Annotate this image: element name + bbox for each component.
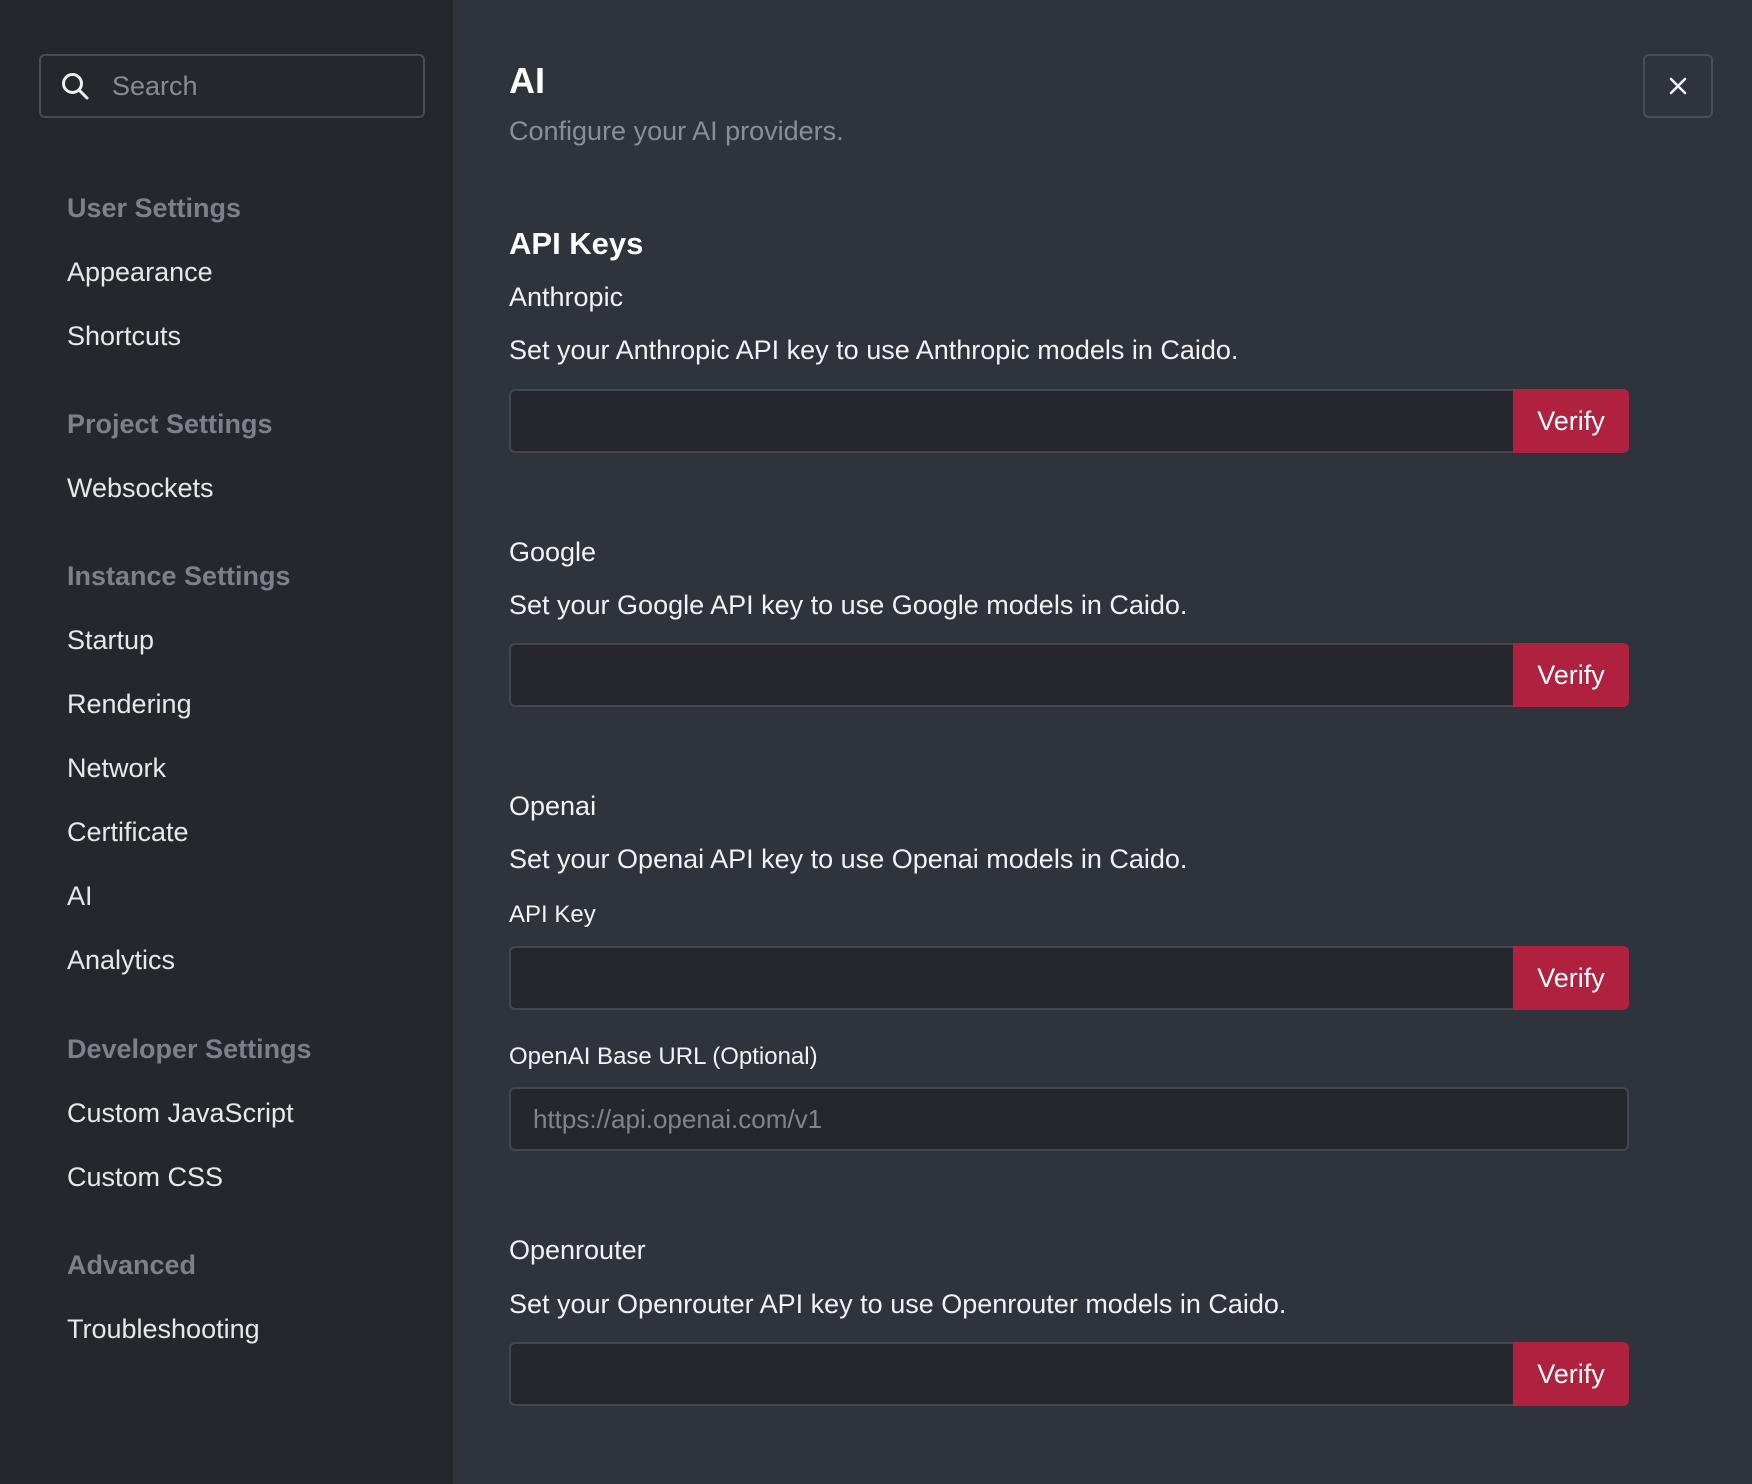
page-subtitle: Configure your AI providers. bbox=[509, 116, 844, 146]
openai-api-key-input[interactable] bbox=[509, 946, 1513, 1010]
anthropic-verify-button[interactable]: Verify bbox=[1513, 389, 1629, 453]
openrouter-api-key-input[interactable] bbox=[509, 1342, 1513, 1406]
sidebar-section-developer-settings: Developer Settings bbox=[67, 1034, 312, 1064]
sidebar-item-analytics[interactable]: Analytics bbox=[67, 945, 175, 976]
sidebar-item-certificate[interactable]: Certificate bbox=[67, 817, 189, 848]
sidebar-section-advanced: Advanced bbox=[67, 1250, 197, 1280]
openai-base-url-input[interactable] bbox=[509, 1087, 1629, 1151]
settings-content: AI Configure your AI providers. API Keys… bbox=[453, 0, 1752, 1484]
search-box[interactable] bbox=[39, 54, 466, 118]
google-key-group: Verify bbox=[509, 643, 1629, 707]
search-icon bbox=[62, 73, 89, 100]
openai-key-group: Verify bbox=[509, 946, 1629, 1010]
openrouter-provider-name: Openrouter bbox=[509, 1235, 646, 1265]
close-button[interactable] bbox=[1643, 54, 1713, 118]
google-api-key-input[interactable] bbox=[509, 643, 1513, 707]
settings-window: User Settings Appearance Shortcuts Proje… bbox=[0, 0, 1752, 1484]
sidebar-item-websockets[interactable]: Websockets bbox=[67, 473, 214, 504]
anthropic-api-key-input[interactable] bbox=[509, 389, 1513, 453]
sidebar-item-network[interactable]: Network bbox=[67, 753, 166, 784]
openai-provider-description: Set your Openai API key to use Openai mo… bbox=[509, 844, 1188, 874]
anthropic-key-group: Verify bbox=[509, 389, 1629, 453]
google-provider-name: Google bbox=[509, 537, 597, 567]
openrouter-provider-description: Set your Openrouter API key to use Openr… bbox=[509, 1289, 1287, 1319]
sidebar-item-appearance[interactable]: Appearance bbox=[67, 257, 213, 288]
openai-base-url-label: OpenAI Base URL (Optional) bbox=[509, 1043, 818, 1070]
openai-api-key-label: API Key bbox=[509, 901, 596, 928]
sidebar-item-ai[interactable]: AI bbox=[67, 881, 93, 912]
openai-verify-button[interactable]: Verify bbox=[1513, 946, 1629, 1010]
openrouter-verify-button[interactable]: Verify bbox=[1513, 1342, 1629, 1406]
sidebar-section-project-settings: Project Settings bbox=[67, 409, 273, 439]
sidebar-item-rendering[interactable]: Rendering bbox=[67, 689, 192, 720]
google-verify-button[interactable]: Verify bbox=[1513, 643, 1629, 707]
settings-sidebar: User Settings Appearance Shortcuts Proje… bbox=[0, 0, 466, 1484]
sidebar-item-custom-javascript[interactable]: Custom JavaScript bbox=[67, 1098, 294, 1129]
page-title: AI bbox=[509, 60, 545, 101]
openai-provider-name: Openai bbox=[509, 791, 597, 821]
sidebar-item-troubleshooting[interactable]: Troubleshooting bbox=[67, 1314, 260, 1345]
openrouter-key-group: Verify bbox=[509, 1342, 1629, 1406]
sidebar-item-shortcuts[interactable]: Shortcuts bbox=[67, 321, 181, 352]
anthropic-provider-name: Anthropic bbox=[509, 282, 624, 312]
sidebar-item-startup[interactable]: Startup bbox=[67, 625, 154, 656]
google-provider-description: Set your Google API key to use Google mo… bbox=[509, 590, 1188, 620]
api-keys-section-title: API Keys bbox=[509, 226, 644, 261]
anthropic-provider-description: Set your Anthropic API key to use Anthro… bbox=[509, 335, 1239, 365]
sidebar-section-instance-settings: Instance Settings bbox=[67, 561, 291, 591]
search-input[interactable] bbox=[90, 56, 466, 116]
sidebar-item-custom-css[interactable]: Custom CSS bbox=[67, 1162, 223, 1193]
close-icon bbox=[1669, 77, 1687, 95]
sidebar-section-user-settings: User Settings bbox=[67, 193, 242, 223]
